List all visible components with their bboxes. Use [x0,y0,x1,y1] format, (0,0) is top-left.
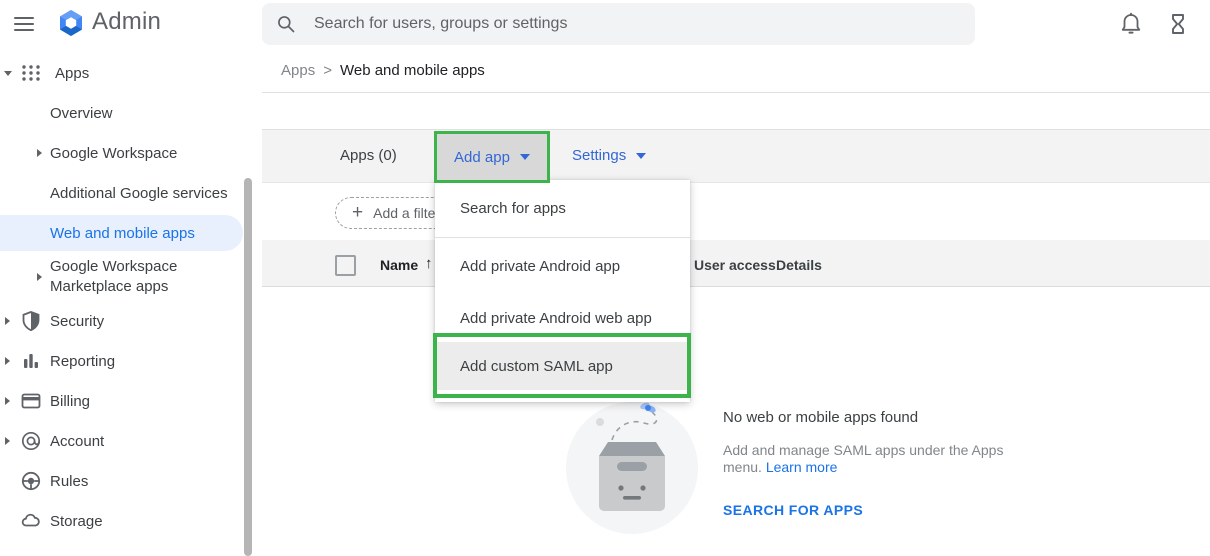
learn-more-link[interactable]: Learn more [766,459,838,475]
search-for-apps-link[interactable]: SEARCH FOR APPS [723,502,863,518]
breadcrumb-separator: > [323,62,332,79]
sidebar-item-marketplace-apps[interactable]: Google Workspace Marketplace apps [0,257,244,297]
settings-button[interactable]: Settings [572,147,646,164]
expand-arrow-icon [37,273,42,281]
apps-grid-icon [20,62,42,84]
sort-ascending-icon[interactable]: ↑ [425,255,433,272]
expand-arrow-icon [37,149,42,157]
notifications-bell-icon[interactable] [1119,12,1143,36]
product-title: Admin [92,8,161,36]
sidebar-item-billing[interactable]: Billing [0,386,244,416]
hamburger-menu-icon[interactable] [14,13,34,33]
empty-box-illustration [562,396,702,536]
breadcrumb-parent[interactable]: Apps [281,62,315,79]
sidebar-item-web-and-mobile-apps[interactable]: Web and mobile apps [0,218,244,248]
menu-item-add-private-android-web-app[interactable]: Add private Android web app [435,294,690,342]
steering-wheel-rules-icon [20,470,42,492]
top-bar: Admin [0,0,1210,48]
at-sign-account-icon [20,430,42,452]
sidebar-item-apps[interactable]: Apps [0,58,244,88]
column-header-name[interactable]: Name [380,257,418,273]
empty-state-title: No web or mobile apps found [723,409,918,426]
search-icon [276,14,296,34]
add-app-dropdown-menu: Search for apps Add private Android app … [435,180,690,402]
sidebar-item-security[interactable]: Security [0,306,244,336]
bar-chart-reporting-icon [20,350,42,372]
column-header-user-access: User access [694,257,776,273]
add-app-button[interactable]: Add app [437,134,547,180]
menu-item-add-custom-saml-app[interactable]: Add custom SAML app [435,342,690,390]
plus-icon: + [352,202,363,224]
global-search[interactable] [262,3,975,45]
sidebar-item-overview[interactable]: Overview [0,98,244,128]
breadcrumb: Apps > Web and mobile apps [281,62,485,79]
select-all-checkbox[interactable] [335,255,356,276]
sidebar-item-storage[interactable]: Storage [0,506,244,536]
hourglass-tasks-icon[interactable] [1166,12,1190,36]
search-input[interactable] [312,14,916,34]
expand-arrow-icon [5,317,10,325]
shield-security-icon [20,310,42,332]
breadcrumb-current: Web and mobile apps [340,62,485,79]
column-header-details: Details [776,257,822,273]
credit-card-billing-icon [20,390,42,412]
chevron-down-icon [636,153,646,159]
sidebar-nav: Apps Overview Google Workspace Additiona… [0,48,256,556]
annotation-box-add-app: Add app [434,131,550,183]
chevron-down-icon [520,154,530,160]
sidebar-item-google-workspace[interactable]: Google Workspace [0,138,244,168]
apps-count-label: Apps (0) [340,147,397,164]
google-admin-logo-icon [57,9,85,37]
cloud-storage-icon [20,510,42,532]
sidebar-item-reporting[interactable]: Reporting [0,346,244,376]
menu-item-add-private-android-app[interactable]: Add private Android app [435,238,690,294]
sidebar-scrollbar[interactable] [244,178,252,556]
toolbar-band [262,129,1210,183]
sidebar-item-additional-google-services[interactable]: Additional Google services [0,178,244,208]
expand-arrow-icon [5,357,10,365]
sidebar-item-account[interactable]: Account [0,426,244,456]
menu-item-search-for-apps[interactable]: Search for apps [435,180,690,237]
expand-arrow-icon [5,437,10,445]
collapse-arrow-icon [4,71,12,76]
expand-arrow-icon [5,397,10,405]
divider [262,92,1210,93]
empty-state-description: Add and manage SAML apps under the Apps … [723,442,1023,476]
sidebar-item-rules[interactable]: Rules [0,466,244,496]
